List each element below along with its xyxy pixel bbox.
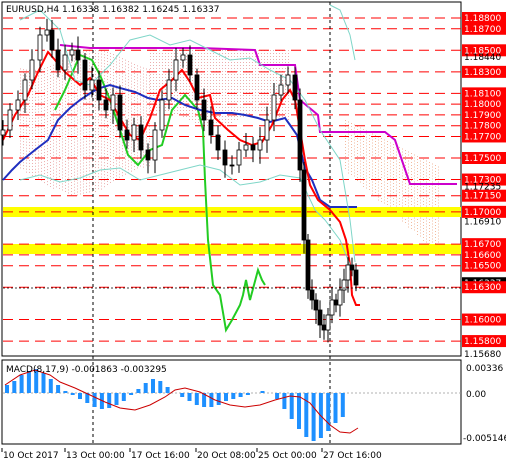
macd-bar [12, 381, 17, 393]
price-chart[interactable]: 1.18800 1.18700 1.18500 1.18440 1.18300 1.181… [0, 0, 506, 466]
macd-bar [5, 385, 9, 393]
chart-header: EURUSD,H4 1.16338 1.16382 1.16245 1.1633… [6, 5, 220, 15]
macd-bar [107, 393, 112, 408]
price-label: 1.16500 [464, 262, 501, 272]
time-label: 13 Oct 00:00 [66, 451, 125, 461]
macd-bar [311, 393, 316, 441]
macd-bar [289, 393, 294, 419]
price-label: 1.15800 [464, 337, 501, 347]
macd-bar [165, 387, 170, 393]
time-label: 27 Oct 16:00 [323, 451, 382, 461]
price-label: 1.16600 [464, 251, 501, 261]
time-label: 17 Oct 16:00 [131, 451, 190, 461]
macd-bar [260, 391, 265, 393]
price-label: 1.18300 [464, 68, 501, 78]
macd-bar [129, 393, 134, 395]
macd-bar [275, 393, 280, 399]
time-label: 25 Oct 00:00 [258, 451, 317, 461]
macd-bar [63, 391, 68, 393]
macd-bar [297, 393, 301, 429]
macd-bar [41, 373, 46, 393]
price-label: 1.18000 [464, 100, 501, 110]
macd-header: MACD(8,17,9) -0.001863 -0.003295 [6, 365, 167, 375]
price-label: 1.17700 [464, 132, 501, 142]
price-label: 1.18800 [464, 14, 501, 24]
time-axis: 10 Oct 2017 13 Oct 00:00 17 Oct 16:00 20… [1, 448, 382, 461]
macd-bar [92, 393, 97, 407]
macd-scale-zero: 0.00 [466, 390, 486, 400]
macd-bar [209, 393, 214, 407]
macd-bar [70, 393, 75, 395]
macd-bar [180, 393, 185, 397]
price-axis: 1.188001.187001.185001.184401.183001.181… [462, 12, 506, 360]
price-label: 1.18440 [464, 53, 501, 63]
macd-bar [340, 393, 345, 417]
price-label: 1.17500 [464, 154, 501, 164]
price-label: 1.16700 [464, 240, 501, 250]
time-label: 20 Oct 08:00 [197, 451, 256, 461]
macd-scale-top: 0.00336 [466, 364, 503, 374]
price-label: 1.15680 [464, 350, 501, 360]
price-label: 1.16910 [464, 218, 501, 228]
chart-canvas: 1.188001.187001.185001.184401.183001.181… [0, 1, 506, 461]
macd-bar [333, 393, 338, 423]
macd-bar [48, 379, 53, 393]
macd-scale-bottom: -0.005146 [463, 434, 506, 444]
macd-bar [216, 393, 221, 405]
macd-bar [114, 393, 119, 405]
macd-bar [245, 393, 250, 395]
macd-bar [143, 383, 148, 393]
price-label: 1.18700 [464, 25, 501, 35]
time-label: 10 Oct 2017 [3, 451, 59, 461]
macd-bar [231, 393, 236, 399]
macd-bar [151, 379, 155, 393]
price-label: 1.17800 [464, 122, 501, 132]
price-label: 1.17900 [464, 111, 501, 121]
macd-bar [136, 389, 141, 393]
macd-bar [282, 393, 287, 409]
macd-bar [158, 381, 163, 393]
price-label: 1.17150 [464, 192, 501, 202]
macd-bar [238, 393, 243, 397]
macd-bar [121, 393, 126, 401]
price-label: 1.17000 [464, 208, 501, 218]
price-label: 1.16000 [464, 316, 501, 326]
candle [305, 233, 311, 299]
macd-bar [194, 393, 199, 405]
macd-bar [19, 375, 24, 393]
macd-bar [78, 393, 82, 399]
candle [297, 88, 303, 182]
price-label: 1.18100 [464, 89, 501, 99]
candle [301, 161, 307, 254]
price-label: 1.16300 [464, 283, 501, 293]
support-zone-lower [3, 244, 461, 254]
macd-bar [56, 385, 61, 393]
macd-bar [187, 393, 192, 401]
macd-bar [224, 393, 228, 401]
